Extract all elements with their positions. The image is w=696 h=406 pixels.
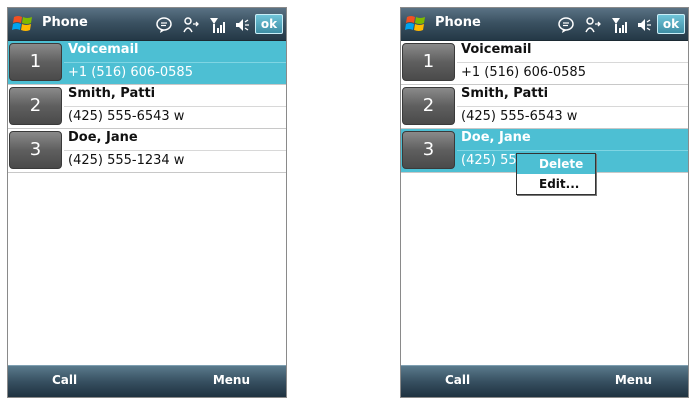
windows-start-icon[interactable]	[404, 12, 430, 36]
ok-button[interactable]: ok	[657, 14, 685, 34]
contact-name: Smith, Patti	[68, 86, 156, 101]
list-item[interactable]: 1 Voicemail +1 (516) 606-0585	[8, 41, 286, 85]
contact-phone: (425) 555-1234 w	[64, 150, 286, 171]
list-item[interactable]: 3 Doe, Jane (425) 555-1234 w	[8, 129, 286, 173]
speed-dial-number: 1	[9, 43, 62, 81]
contact-phone: +1 (516) 606-0585	[457, 62, 688, 83]
ok-button[interactable]: ok	[255, 14, 283, 34]
speed-dial-number: 2	[9, 87, 62, 125]
signal-icon[interactable]	[209, 16, 225, 34]
contact-name: Smith, Patti	[461, 86, 549, 101]
speed-dial-number: 1	[402, 43, 455, 81]
notification-icon[interactable]	[155, 16, 173, 34]
list-item[interactable]: 2 Smith, Patti (425) 555-6543 w	[401, 85, 688, 129]
menu-softkey[interactable]: Menu	[213, 373, 250, 387]
list-item[interactable]: 1 Voicemail +1 (516) 606-0585	[401, 41, 688, 85]
menu-item-delete[interactable]: Delete	[517, 154, 595, 174]
speed-dial-list: 1 Voicemail +1 (516) 606-0585 2 Smith, P…	[8, 41, 286, 173]
app-title: Phone	[435, 15, 481, 30]
connectivity-icon[interactable]	[584, 16, 602, 34]
title-bar: Phone ok	[401, 8, 688, 41]
signal-icon[interactable]	[611, 16, 627, 34]
call-softkey[interactable]: Call	[445, 373, 470, 387]
speed-dial-number: 3	[402, 131, 455, 169]
speed-dial-number: 3	[9, 131, 62, 169]
notification-icon[interactable]	[557, 16, 575, 34]
windows-start-icon[interactable]	[11, 12, 37, 36]
phone-screen-left: Phone ok 1 Voicemail +1 (516) 606-0585 2…	[7, 7, 287, 398]
context-menu: Delete Edit...	[516, 153, 596, 195]
list-item[interactable]: 2 Smith, Patti (425) 555-6543 w	[8, 85, 286, 129]
contact-phone: (425) 555-6543 w	[457, 106, 688, 127]
contact-name: Doe, Jane	[461, 130, 531, 145]
status-icons	[553, 14, 652, 34]
menu-softkey[interactable]: Menu	[615, 373, 652, 387]
connectivity-icon[interactable]	[182, 16, 200, 34]
softkey-bar: Call Menu	[401, 365, 688, 397]
speaker-icon[interactable]	[234, 16, 250, 34]
call-softkey[interactable]: Call	[52, 373, 77, 387]
softkey-bar: Call Menu	[8, 365, 286, 397]
status-icons	[151, 14, 250, 34]
contact-name: Voicemail	[461, 42, 532, 57]
contact-name: Doe, Jane	[68, 130, 138, 145]
contact-phone: (425) 555-6543 w	[64, 106, 286, 127]
phone-screen-right: Phone ok 1 Voicemail +1 (516) 606-0585 2…	[400, 7, 689, 398]
speaker-icon[interactable]	[636, 16, 652, 34]
contact-phone: +1 (516) 606-0585	[64, 62, 286, 83]
contact-name: Voicemail	[68, 42, 139, 57]
speed-dial-number: 2	[402, 87, 455, 125]
title-bar: Phone ok	[8, 8, 286, 41]
menu-item-edit[interactable]: Edit...	[517, 174, 595, 194]
app-title: Phone	[42, 15, 88, 30]
